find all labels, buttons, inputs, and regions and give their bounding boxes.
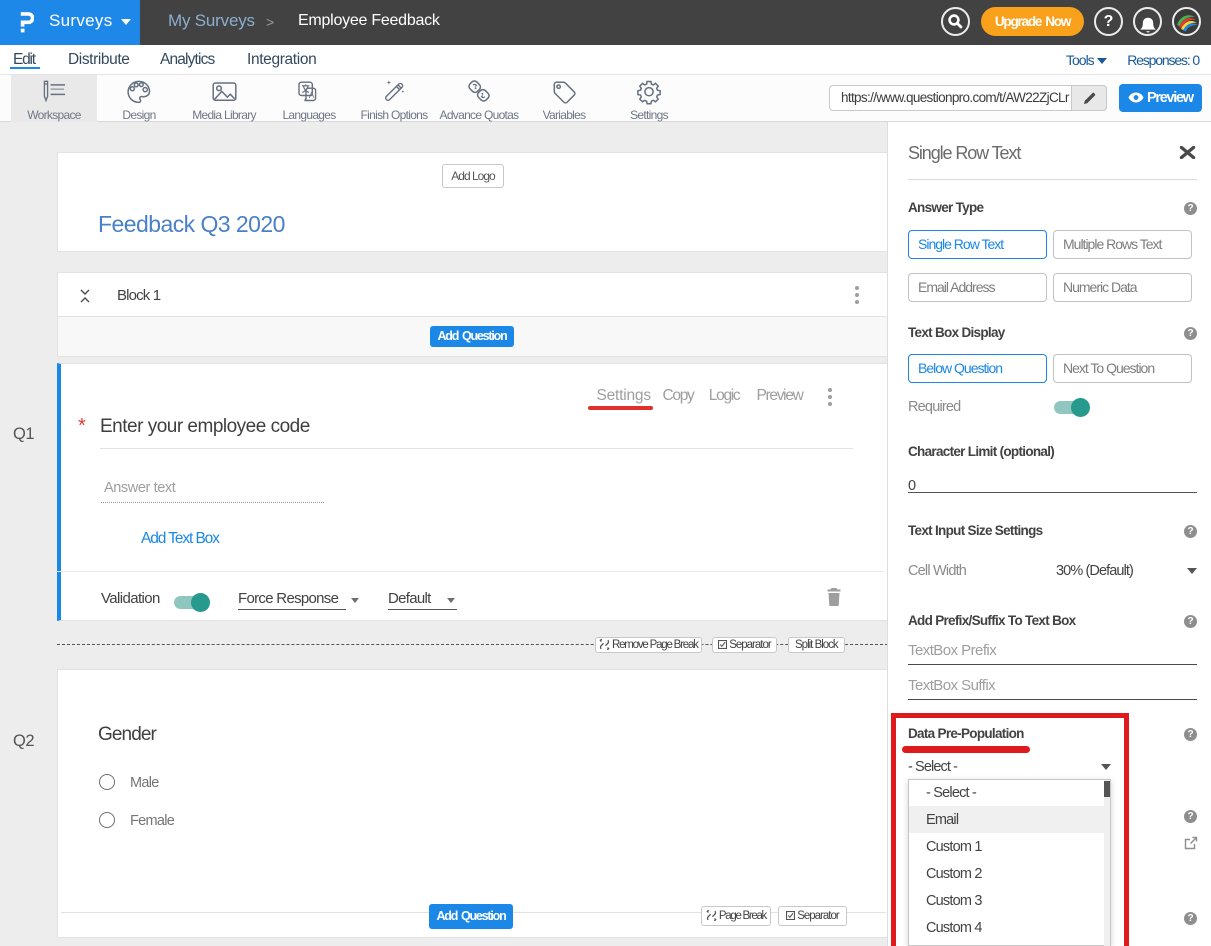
svg-text:A: A bbox=[309, 91, 315, 100]
